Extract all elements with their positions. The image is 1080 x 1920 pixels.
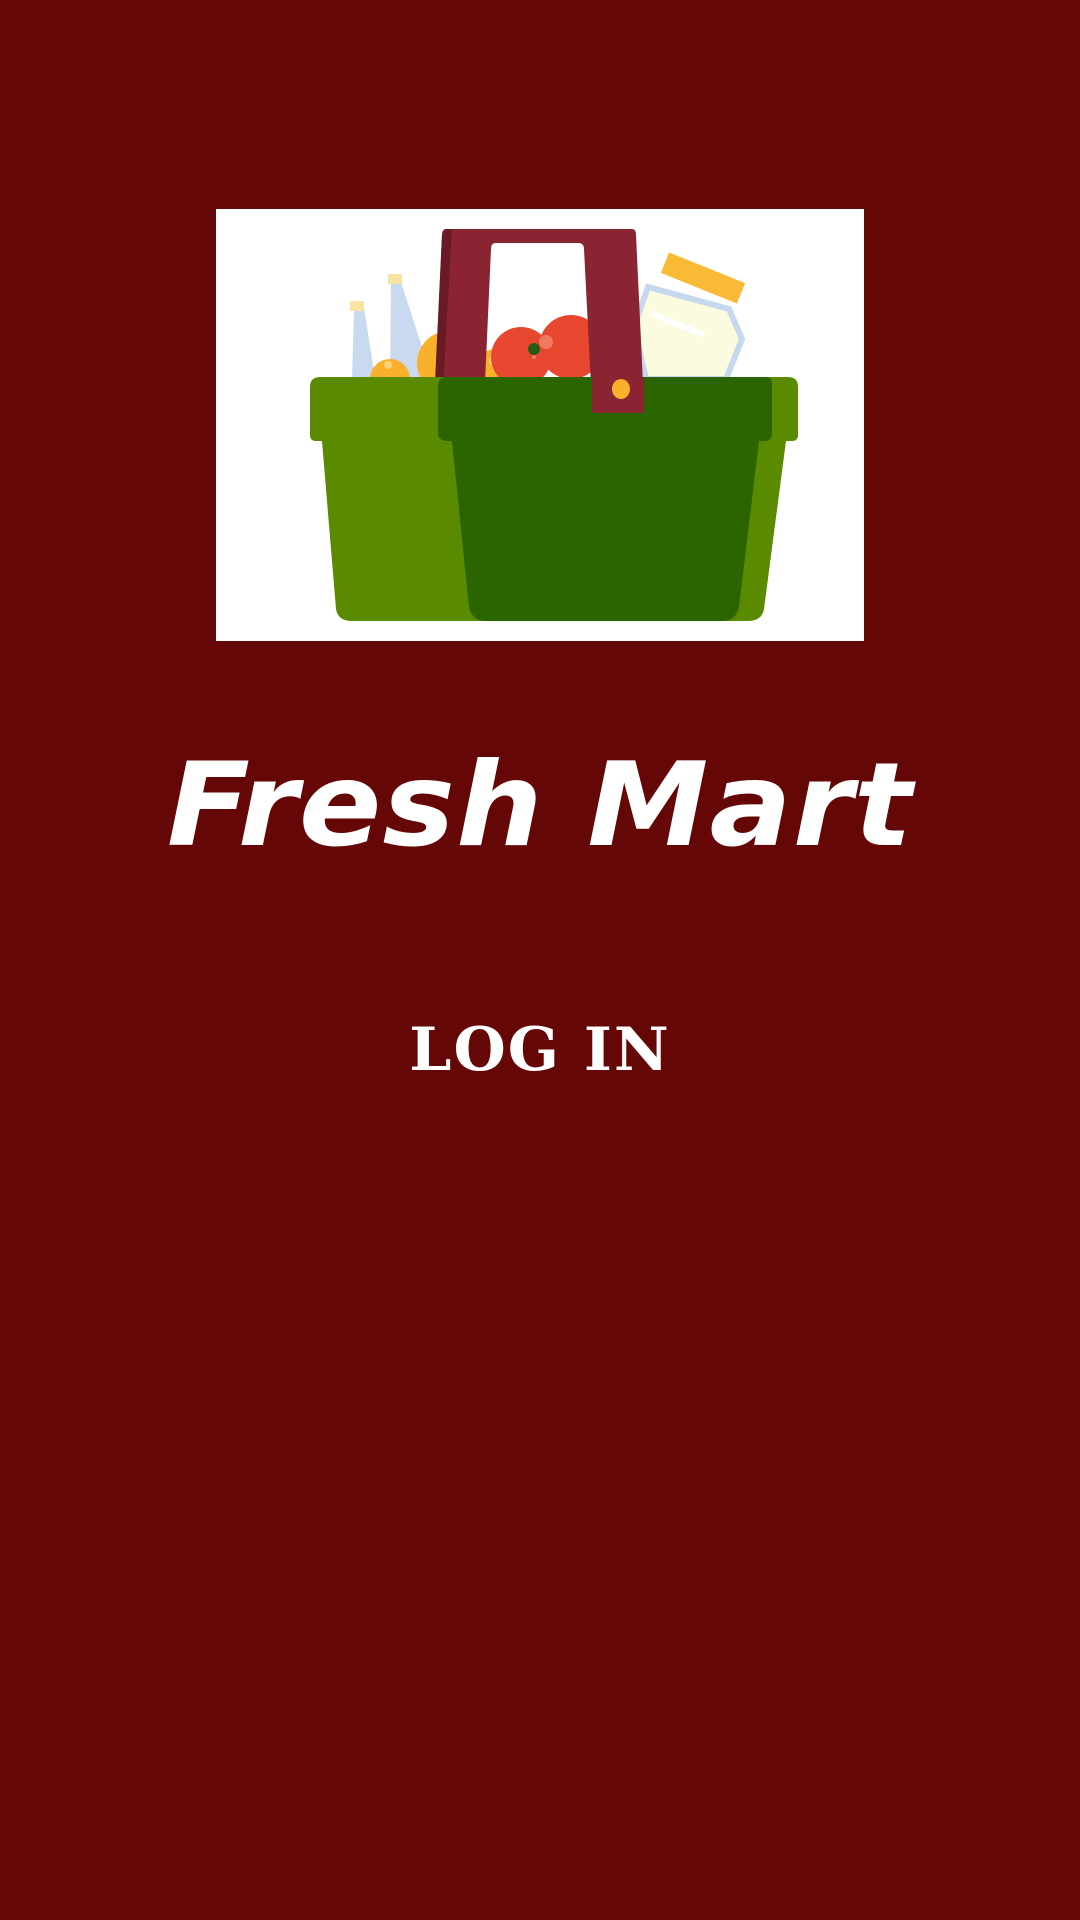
login-button[interactable]: LOG IN [390,1000,690,1100]
app-title: Fresh Mart [166,738,914,873]
logo-card [216,209,864,641]
grocery-basket-icon [310,229,798,621]
